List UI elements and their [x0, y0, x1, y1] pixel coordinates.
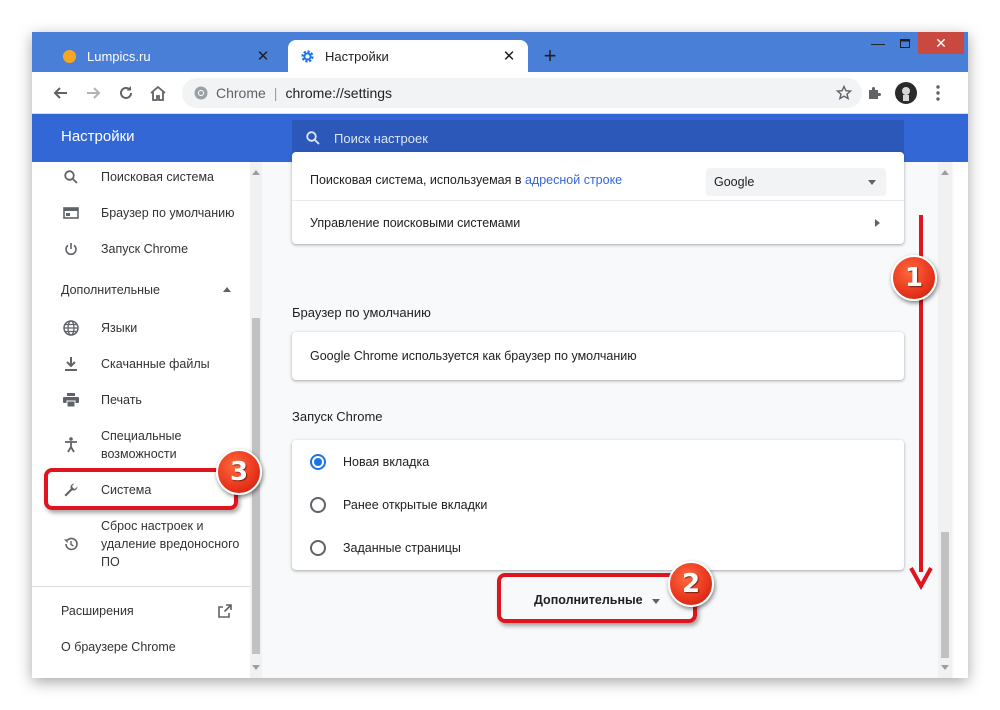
highlight-system	[44, 468, 238, 510]
highlight-advanced	[497, 573, 697, 623]
step-badge-3: 3	[216, 449, 262, 495]
step-badge-2: 2	[668, 561, 714, 607]
step-badge-1: 1	[891, 255, 937, 301]
